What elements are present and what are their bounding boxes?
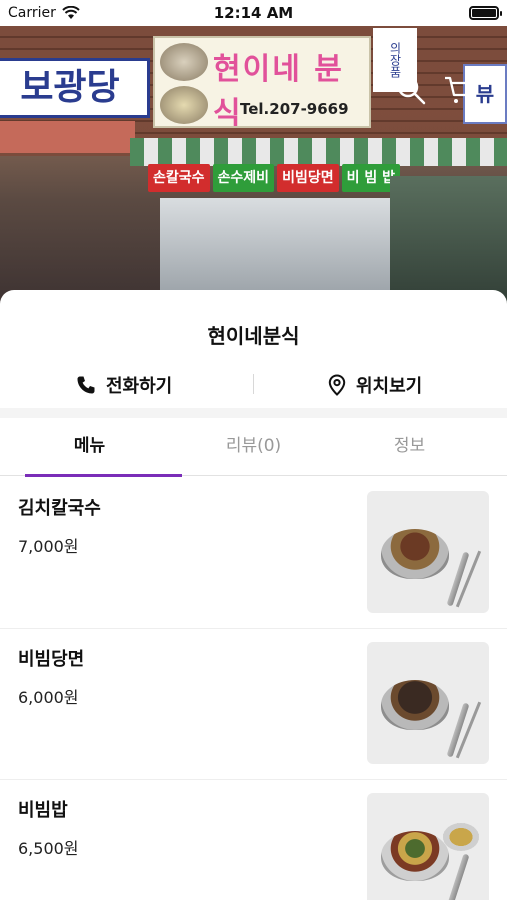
sign-title: 현이네 분식 (213, 52, 344, 131)
call-label: 전화하기 (106, 376, 173, 397)
menu-board: 손수제비 (212, 164, 275, 192)
menu-board: 비빔당면 (277, 164, 339, 192)
menu-item[interactable]: 김치칼국수 7,000원 (0, 478, 507, 629)
menu-item[interactable]: 비빔당면 6,000원 (0, 629, 507, 780)
location-button[interactable]: 위치보기 (328, 370, 422, 400)
menu-item-photo (367, 491, 489, 613)
sign-left: 보광당 (0, 58, 150, 118)
menu-item-photo (367, 793, 489, 900)
sign-tel: Tel.207-9669 (240, 100, 349, 118)
menu-item-name: 비빔당면 (18, 649, 85, 670)
store-sign: 현이네 분식 Tel.207-9669 (153, 36, 371, 131)
search-button[interactable] (395, 74, 427, 106)
store-detail-card: 현이네분식 전화하기 위치보기 메뉴 리뷰(0) 정보 김치칼국수 7,000원 (0, 290, 507, 900)
section-gap (0, 408, 507, 418)
action-bar: 전화하기 위치보기 (0, 370, 507, 400)
cart-button[interactable] (443, 74, 477, 106)
menu-item-name: 김치칼국수 (18, 498, 101, 519)
sign-food-photo (160, 86, 208, 124)
bowl (381, 529, 449, 579)
clock: 12:14 AM (213, 4, 294, 22)
menu-boards: 손칼국수 손수제비 비빔당면 비 빔 밥 (148, 164, 400, 192)
tab-reviews[interactable]: 리뷰(0) (169, 418, 338, 476)
tab-info[interactable]: 정보 (325, 418, 494, 476)
menu-item-name: 비빔밥 (18, 800, 68, 821)
menu-item-price: 7,000원 (18, 537, 79, 556)
tab-menu[interactable]: 메뉴 (5, 418, 182, 477)
menu-board: 손칼국수 (148, 164, 210, 192)
awning-left (0, 121, 135, 153)
bowl (381, 831, 449, 881)
status-bar: Carrier 12:14 AM (0, 0, 507, 26)
divider (253, 374, 254, 394)
menu-item-price: 6,000원 (18, 688, 79, 707)
awning (130, 138, 507, 166)
spoon (446, 853, 470, 900)
soup-bowl (443, 823, 479, 851)
battery-icon (469, 6, 502, 20)
search-icon (397, 76, 426, 105)
menu-item[interactable]: 비빔밥 6,500원 (0, 780, 507, 900)
sign-food-photo (160, 43, 208, 81)
phone-icon (77, 376, 95, 394)
store-photo: 보광당 현이네 분식 Tel.207-9669 의장품 손칼국수 손수제비 비빔… (0, 26, 507, 316)
call-button[interactable]: 전화하기 (76, 370, 172, 400)
cart-icon (445, 76, 476, 103)
menu-item-price: 6,500원 (18, 839, 79, 858)
tab-bar: 메뉴 리뷰(0) 정보 (0, 418, 507, 477)
menu-list: 김치칼국수 7,000원 비빔당면 6,000원 비빔밥 6,500원 (0, 478, 507, 900)
menu-item-photo (367, 642, 489, 764)
store-name: 현이네분식 (207, 324, 300, 348)
location-label: 위치보기 (356, 376, 423, 397)
bowl (381, 680, 449, 730)
location-pin-icon (328, 374, 346, 396)
shop-front (160, 198, 390, 298)
